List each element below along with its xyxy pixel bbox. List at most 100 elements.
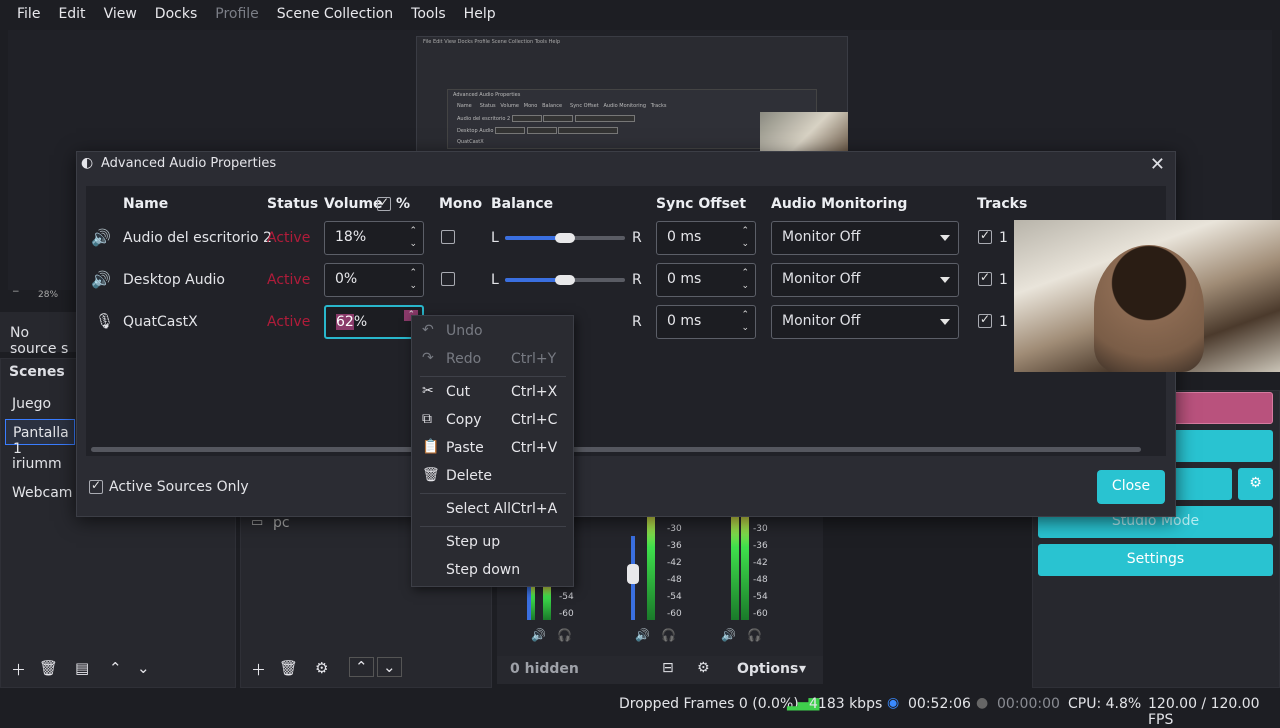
add-scene-icon[interactable]: ＋ — [11, 659, 26, 680]
menu-redo[interactable]: ↷ Redo Ctrl+Y — [412, 347, 573, 373]
chevron-down-icon[interactable]: ▾ — [799, 661, 806, 677]
menu-profile[interactable]: Profile — [206, 6, 268, 22]
menu-docks[interactable]: Docks — [146, 6, 206, 22]
sync-offset-stepper[interactable]: 0 ms ⌃ ⌄ — [656, 221, 756, 255]
volume-fader-knob[interactable] — [627, 564, 639, 584]
menu-edit[interactable]: Edit — [49, 6, 94, 22]
tick: -54 — [753, 592, 768, 602]
meter-5 — [741, 516, 749, 620]
monitoring-select[interactable]: Monitor Off — [771, 305, 959, 339]
settings-button[interactable]: Settings — [1038, 544, 1273, 576]
mono-checkbox[interactable] — [441, 272, 455, 286]
move-down-icon[interactable]: ⌄ — [137, 659, 150, 677]
obs-logo-icon: ◐ — [81, 155, 94, 171]
layout-icon[interactable]: ⊟ — [662, 660, 674, 676]
advanced-audio-dialog: ◐ Advanced Audio Properties ✕ Name Statu… — [76, 151, 1176, 517]
scene-pantalla-1[interactable]: Pantalla 1 — [5, 419, 75, 457]
source-settings-icon[interactable]: ⚙ — [315, 659, 328, 677]
menu-step-up[interactable]: Step up — [412, 530, 573, 556]
virtual-camera-settings-icon[interactable]: ⚙ — [1238, 468, 1273, 500]
paste-icon: 📋 — [422, 439, 440, 455]
mixer-toolbar: 0 hidden ⊟ ⚙ Options ▾ — [497, 656, 823, 684]
tick: -48 — [753, 575, 768, 585]
remove-source-icon[interactable]: 🗑 — [279, 659, 298, 677]
tick: -48 — [667, 575, 682, 585]
menu-delete[interactable]: 🗑 Delete — [412, 464, 573, 490]
close-icon[interactable]: ✕ — [1150, 154, 1165, 175]
track-checkbox[interactable] — [978, 228, 992, 244]
scenes-title: Scenes — [9, 364, 65, 380]
headphones-icon[interactable]: 🎧 — [557, 628, 572, 642]
tick: -42 — [753, 558, 768, 568]
track-checkbox[interactable] — [978, 312, 992, 328]
scene-iriumm[interactable]: iriumm — [5, 451, 75, 477]
source-down-icon[interactable]: ⌄ — [377, 657, 402, 677]
scene-filter-icon[interactable]: ▤ — [75, 659, 89, 677]
headphones-icon[interactable]: 🎧 — [661, 628, 676, 642]
monitoring-select[interactable]: Monitor Off — [771, 221, 959, 255]
speaker-icon: 🔊 — [91, 228, 111, 247]
track-checkbox[interactable] — [978, 270, 992, 286]
tick: -60 — [559, 609, 574, 619]
mixer-settings-icon[interactable]: ⚙ — [697, 660, 710, 676]
add-source-icon[interactable]: ＋ — [251, 659, 266, 680]
volume-percent-checkbox[interactable] — [377, 195, 391, 211]
monitor-icon: ▭ — [251, 515, 264, 530]
tick: -54 — [559, 592, 574, 602]
menu-view[interactable]: View — [95, 6, 146, 22]
mono-checkbox[interactable] — [441, 230, 455, 244]
status-badge: Active — [267, 272, 311, 288]
context-menu: ↶ Undo ↷ Redo Ctrl+Y ✂ Cut Ctrl+X ⧉ Copy Ctrl+C… — [411, 315, 574, 587]
speaker-icon[interactable]: 🔊 — [635, 628, 650, 642]
menu-separator — [420, 526, 566, 527]
horizontal-scrollbar[interactable] — [91, 447, 1141, 452]
move-up-icon[interactable]: ⌃ — [109, 659, 122, 677]
menu-paste[interactable]: 📋 Paste Ctrl+V — [412, 436, 573, 462]
monitoring-select[interactable]: Monitor Off — [771, 263, 959, 297]
meter-4 — [731, 516, 739, 620]
speaker-icon[interactable]: 🔊 — [531, 628, 546, 642]
scene-juego[interactable]: Juego — [5, 391, 75, 417]
source-up-icon[interactable]: ⌃ — [349, 657, 374, 677]
balance-right-label: R — [632, 272, 642, 288]
menu-copy[interactable]: ⧉ Copy Ctrl+C — [412, 408, 573, 434]
meter-3 — [647, 516, 655, 620]
menu-select-all[interactable]: Select All Ctrl+A — [412, 497, 573, 523]
volume-stepper-focused[interactable]: 62%⌃ — [324, 305, 424, 339]
volume-stepper[interactable]: 18% ⌃ ⌄ — [324, 221, 424, 255]
options-button[interactable]: Options — [737, 661, 798, 677]
tick: -30 — [753, 524, 768, 534]
balance-knob[interactable] — [555, 275, 575, 285]
delete-icon: 🗑 — [422, 467, 440, 483]
cpu-usage: CPU: 4.8% — [1068, 696, 1142, 712]
header-balance: Balance — [491, 196, 554, 212]
fps: 120.00 / 120.00 FPS — [1148, 696, 1260, 728]
undo-icon: ↶ — [422, 322, 434, 338]
headphones-icon[interactable]: 🎧 — [747, 628, 762, 642]
sync-offset-stepper[interactable]: 0 ms ⌃ ⌄ — [656, 263, 756, 297]
active-sources-only-checkbox[interactable] — [89, 478, 103, 494]
header-status: Status — [267, 196, 319, 212]
source-item-pc[interactable]: pc — [273, 515, 290, 531]
header-tracks: Tracks — [977, 196, 1028, 212]
menu-undo[interactable]: ↶ Undo — [412, 319, 573, 345]
source-name: Desktop Audio — [123, 272, 225, 288]
speaker-icon[interactable]: 🔊 — [721, 628, 736, 642]
volume-stepper[interactable]: 0% ⌃ ⌄ — [324, 263, 424, 297]
balance-left-label: L — [491, 272, 499, 288]
menu-help[interactable]: Help — [455, 6, 505, 22]
status-badge: Active — [267, 314, 311, 330]
menu-tools[interactable]: Tools — [402, 6, 455, 22]
balance-knob[interactable] — [555, 233, 575, 243]
scene-webcam[interactable]: Webcam — [5, 480, 75, 506]
menu-step-down[interactable]: Step down — [412, 558, 573, 584]
sync-offset-stepper[interactable]: 0 ms ⌃ ⌄ — [656, 305, 756, 339]
balance-right-label: R — [632, 314, 642, 330]
menu-cut[interactable]: ✂ Cut Ctrl+X — [412, 380, 573, 406]
tick: -60 — [667, 609, 682, 619]
remove-scene-icon[interactable]: 🗑 — [39, 659, 58, 677]
menu-file[interactable]: File — [8, 6, 49, 22]
webcam-feed — [1014, 220, 1280, 372]
menu-scene-collection[interactable]: Scene Collection — [268, 6, 402, 22]
close-button[interactable]: Close — [1097, 470, 1165, 504]
